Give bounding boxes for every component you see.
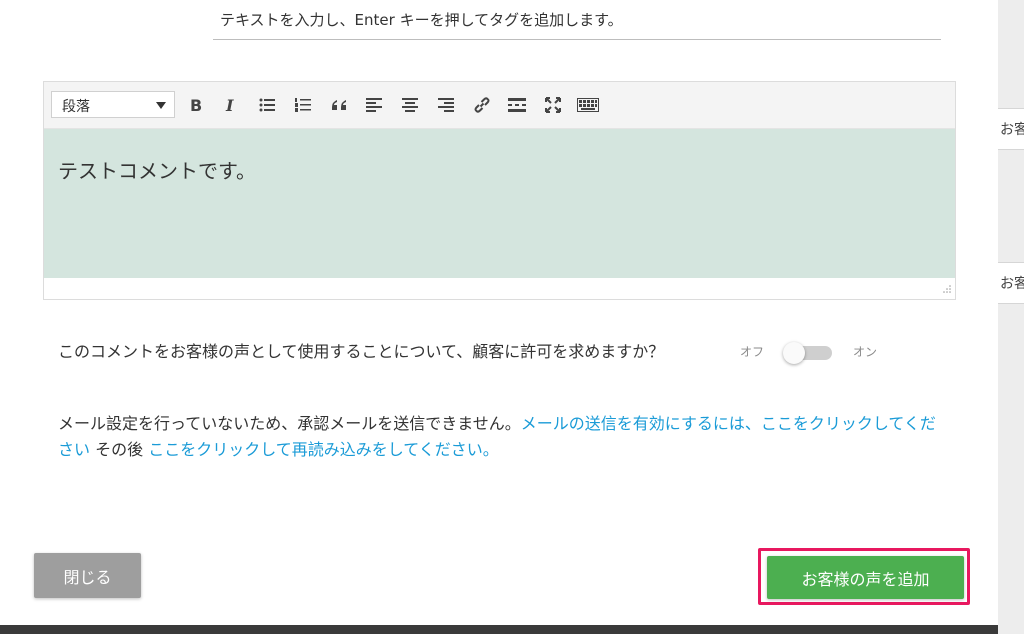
background-row-text: お客 (1000, 276, 1024, 292)
tags-input-hint: テキストを入力し、Enter キーを押してタグを追加します。 (220, 11, 623, 29)
format-select[interactable]: 段落 (51, 91, 175, 118)
format-select-value: 段落 (62, 99, 90, 115)
align-right-icon (438, 98, 454, 112)
email-notice-then: その後 (90, 440, 149, 459)
italic-icon: I (225, 97, 234, 113)
close-button[interactable]: 閉じる (34, 553, 141, 598)
blockquote-button[interactable] (329, 95, 349, 115)
resize-grip-icon[interactable] (941, 285, 951, 295)
toggle-knob (783, 342, 805, 364)
svg-text:I: I (225, 97, 234, 113)
rich-text-editor: 段落 B I テストコメントです。 (43, 81, 956, 300)
bold-button[interactable]: B (186, 95, 206, 115)
italic-button[interactable]: I (221, 95, 241, 115)
comment-text: テストコメントです。 (58, 159, 256, 183)
editor-toolbar: 段落 B I (44, 82, 955, 129)
horizontal-rule-icon (508, 98, 526, 112)
align-left-icon (366, 98, 382, 112)
add-testimonial-button[interactable]: お客様の声を追加 (767, 556, 964, 599)
toolbar-toggle-icon (577, 98, 599, 112)
tags-input[interactable]: テキストを入力し、Enter キーを押してタグを追加します。 (213, 0, 941, 40)
background-row-text: お客 (1000, 122, 1024, 138)
toggle-on-label: オン (853, 345, 878, 359)
horizontal-rule-button[interactable] (507, 95, 527, 115)
bold-icon: B (190, 97, 202, 113)
email-notice: メール設定を行っていないため、承認メールを送信できません。メールの送信を有効にす… (58, 411, 938, 463)
reload-link[interactable]: ここをクリックして再読み込みをしてください。 (148, 440, 499, 459)
permission-toggle[interactable] (783, 342, 832, 364)
background-row: お客 (998, 262, 1024, 304)
blockquote-icon (332, 100, 346, 110)
toggle-off-label: オフ (740, 345, 765, 359)
numbered-list-button[interactable] (293, 95, 313, 115)
link-icon (474, 97, 490, 113)
toolbar-toggle-button[interactable] (577, 95, 599, 115)
fullscreen-button[interactable] (543, 95, 563, 115)
bullet-list-button[interactable] (257, 95, 277, 115)
background-row: お客 (998, 108, 1024, 150)
svg-text:B: B (190, 97, 202, 113)
fullscreen-icon (545, 97, 561, 113)
editor-content[interactable]: テストコメントです。 (44, 129, 955, 278)
email-notice-text: メール設定を行っていないため、承認メールを送信できません。 (58, 414, 521, 433)
add-testimonial-modal: テキストを入力し、Enter キーを押してタグを追加します。 段落 B I テス… (0, 0, 998, 625)
align-right-button[interactable] (436, 95, 456, 115)
numbered-list-icon (295, 98, 311, 112)
link-button[interactable] (472, 95, 492, 115)
chevron-down-icon (156, 102, 166, 109)
background-page: お客 お客 (998, 0, 1024, 634)
align-center-icon (402, 98, 418, 112)
align-left-button[interactable] (364, 95, 384, 115)
bullet-list-icon (259, 98, 275, 112)
align-center-button[interactable] (400, 95, 420, 115)
permission-question: このコメントをお客様の声として使用することについて、顧客に許可を求めますか？ (58, 342, 665, 361)
